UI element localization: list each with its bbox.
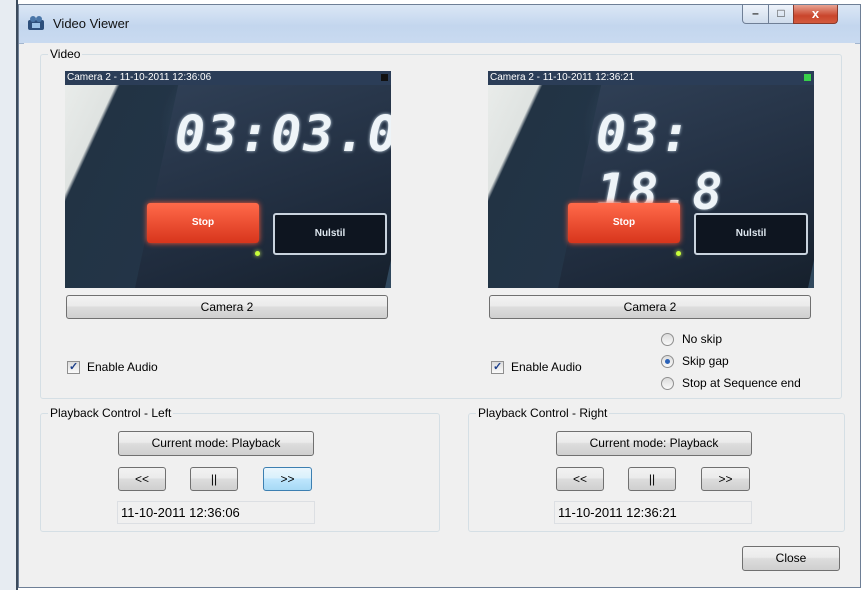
- playback-control-right-label: Playback Control - Right: [476, 406, 610, 420]
- reset-button-image-right: Nulstil: [694, 213, 808, 255]
- pause-button-right[interactable]: ||: [628, 467, 676, 491]
- maximize-button[interactable]: □: [768, 5, 794, 24]
- rewind-button-right[interactable]: <<: [556, 467, 604, 491]
- video-frame-left: 03:03.0 Stop Nulstil: [65, 85, 391, 288]
- enable-audio-checkbox-right[interactable]: ✓: [491, 361, 504, 374]
- close-window-button[interactable]: x: [793, 5, 838, 24]
- video-group-label: Video: [48, 47, 83, 61]
- video-pane-left[interactable]: 03:03.0 Stop Nulstil Camera 2 - 11-10-20…: [65, 71, 391, 288]
- recording-indicator-right: [804, 74, 811, 81]
- timer-digits-left: 03:03.0: [175, 105, 391, 163]
- minimize-button[interactable]: –: [742, 5, 769, 24]
- reset-button-image-left: Nulstil: [273, 213, 387, 255]
- video-timestamp-left: Camera 2 - 11-10-2011 12:36:06: [65, 71, 391, 85]
- video-pane-right[interactable]: 03: 18.8 Stop Nulstil Camera 2 - 11-10-2…: [488, 71, 814, 288]
- camera-button-left[interactable]: Camera 2: [66, 295, 388, 319]
- camera-button-right[interactable]: Camera 2: [489, 295, 811, 319]
- mode-button-left[interactable]: Current mode: Playback: [118, 431, 314, 456]
- radio-no-skip[interactable]: [661, 333, 674, 346]
- playback-control-left-label: Playback Control - Left: [48, 406, 174, 420]
- forward-button-left[interactable]: >>: [263, 467, 312, 491]
- title-bar[interactable]: Video Viewer – □ x: [19, 5, 860, 44]
- radio-stop-at-sequence-end-label: Stop at Sequence end: [682, 376, 801, 390]
- close-button[interactable]: Close: [742, 546, 840, 571]
- time-display-left: 11-10-2011 12:36:06: [117, 501, 315, 524]
- led-left: [255, 251, 260, 256]
- pause-button-left[interactable]: ||: [190, 467, 238, 491]
- close-icon: x: [811, 6, 820, 21]
- radio-stop-at-sequence-end[interactable]: [661, 377, 674, 390]
- stop-button-image-left: Stop: [147, 203, 259, 243]
- maximize-icon: □: [777, 6, 785, 20]
- enable-audio-checkbox-left[interactable]: ✓: [67, 361, 80, 374]
- window-title: Video Viewer: [53, 16, 130, 31]
- video-frame-right: 03: 18.8 Stop Nulstil: [488, 85, 814, 288]
- video-timestamp-right: Camera 2 - 11-10-2011 12:36:21: [488, 71, 814, 85]
- forward-button-right[interactable]: >>: [701, 467, 750, 491]
- enable-audio-label-left: Enable Audio: [87, 360, 158, 374]
- client-area: Video 03:03.0 Stop Nulstil Camera 2 - 11…: [24, 43, 855, 583]
- stop-button-image-right: Stop: [568, 203, 680, 243]
- rewind-button-left[interactable]: <<: [118, 467, 166, 491]
- radio-skip-gap[interactable]: [661, 355, 674, 368]
- minimize-icon: –: [752, 6, 759, 20]
- recording-indicator-left: [381, 74, 388, 81]
- led-right: [676, 251, 681, 256]
- app-icon: [28, 16, 44, 30]
- radio-no-skip-label: No skip: [682, 332, 723, 346]
- check-icon: ✓: [69, 361, 79, 373]
- enable-audio-label-right: Enable Audio: [511, 360, 582, 374]
- video-viewer-window: Video Viewer – □ x Video 03:03.0 Stop Nu…: [18, 4, 861, 588]
- time-display-right: 11-10-2011 12:36:21: [554, 501, 752, 524]
- radio-skip-gap-label: Skip gap: [682, 354, 729, 368]
- mode-button-right[interactable]: Current mode: Playback: [556, 431, 752, 456]
- check-icon: ✓: [493, 361, 503, 373]
